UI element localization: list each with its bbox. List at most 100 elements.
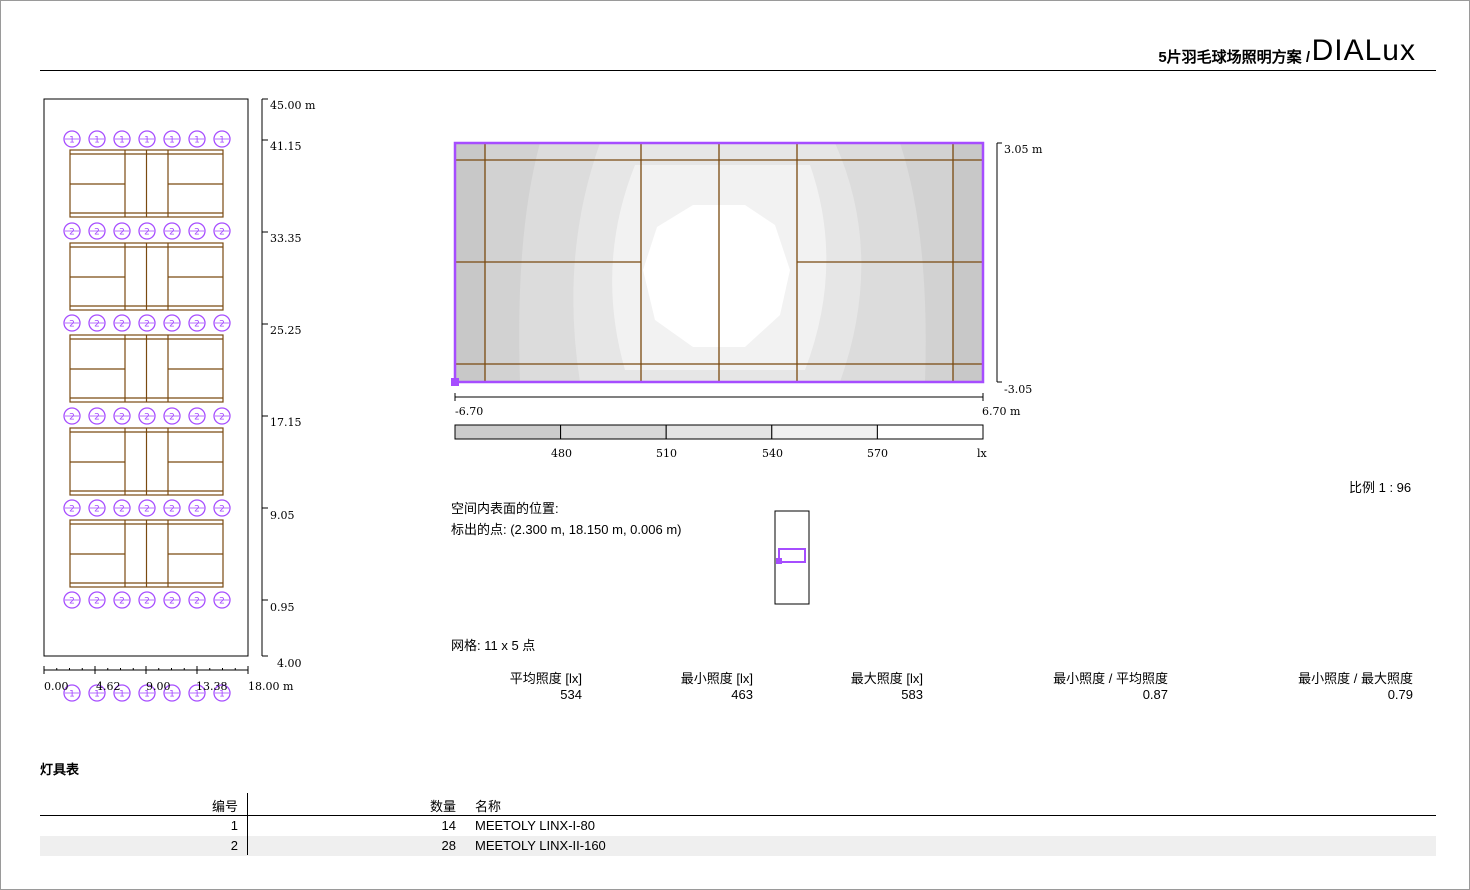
luminaire-icon: 2 [163,314,181,332]
position-label: 空间内表面的位置: [451,501,559,516]
luminaire-icon: 2 [63,407,81,425]
x-tick-label: 4.62 [96,680,121,693]
project-title: 5片羽毛球场照明方案 / [1158,49,1310,66]
row-qty: 28 [441,838,456,853]
luminaire-icon: 1 [188,130,206,148]
svg-text:1: 1 [144,136,150,146]
luminaire-icon: 1 [113,130,131,148]
svg-text:2: 2 [69,413,75,423]
y-tick-label: 0.95 [270,601,295,614]
svg-text:2: 2 [119,597,125,607]
svg-text:2: 2 [119,320,125,330]
svg-text:2: 2 [144,505,150,515]
svg-text:2: 2 [94,413,100,423]
scale-label: 510 [656,447,677,460]
luminaire-icon: 2 [213,591,231,609]
row-qty: 14 [441,818,456,833]
stat-uniformity-avg-value: 0.87 [1142,687,1168,702]
y-tick-label: 45.00 m [270,99,316,112]
luminaire-icon: 2 [188,499,206,517]
row-id: 1 [230,818,238,833]
scale-swatch [454,424,562,440]
stat-uniformity-max-label: 最小照度 / 最大照度 [1298,671,1413,686]
stat-avg-label: 平均照度 [lx] [509,671,582,686]
luminaire-icon: 1 [138,130,156,148]
y-tick-label: 9.05 [270,509,295,522]
scale-swatch [665,424,773,440]
svg-text:2: 2 [144,413,150,423]
luminaire-icon: 2 [113,314,131,332]
stat-min-label: 最小照度 [lx] [680,671,753,686]
luminaire-icon: 2 [88,591,106,609]
y-tick-label: 33.35 [270,232,302,245]
badminton-court [69,427,224,496]
luminaire-icon: 2 [163,222,181,240]
luminaire-icon: 2 [188,314,206,332]
illuminance-surface [451,141,1002,440]
svg-text:2: 2 [94,505,100,515]
stat-uniformity-max-value: 0.79 [1387,687,1413,702]
y-axis-ticks [262,98,268,657]
svg-text:2: 2 [119,413,125,423]
surface-y-top-label: 3.05 m [1004,143,1043,156]
col-header-qty: 数量 [429,799,456,814]
scale-swatch [560,424,667,440]
svg-text:2: 2 [194,505,200,515]
badminton-court [69,242,224,311]
surface-x-left-label: -6.70 [455,405,484,418]
iso-band-max [643,205,790,347]
luminaire-icon: 1 [163,130,181,148]
svg-text:2: 2 [94,597,100,607]
surface-y-bottom-label: -3.05 [1004,383,1033,396]
luminaire-icon: 2 [138,222,156,240]
marked-point [451,378,459,386]
luminaire-icon: 2 [163,407,181,425]
luminaire-icon: 2 [88,407,106,425]
svg-text:2: 2 [194,320,200,330]
svg-text:2: 2 [169,505,175,515]
scale-label: 480 [551,447,572,460]
svg-text:1: 1 [69,690,75,700]
x-tick-label: 18.00 m [248,680,294,693]
luminaire-icon: 2 [113,499,131,517]
scale-unit-label: lx [977,447,987,460]
svg-text:2: 2 [194,413,200,423]
stat-uniformity-avg-label: 最小照度 / 平均照度 [1053,671,1168,686]
luminaire-icon: 2 [188,407,206,425]
svg-text:2: 2 [69,597,75,607]
luminaire-icon: 2 [138,591,156,609]
col-header-id: 编号 [211,799,238,814]
svg-text:1: 1 [194,136,200,146]
svg-text:2: 2 [219,505,225,515]
luminaire-icon: 2 [113,222,131,240]
scale-label: 570 [867,447,888,460]
svg-text:2: 2 [69,228,75,238]
luminaire-icon: 2 [213,222,231,240]
svg-text:2: 2 [119,505,125,515]
badminton-court [69,149,224,218]
svg-text:2: 2 [94,228,100,238]
stat-min-value: 463 [731,687,753,702]
scale-ratio: 比例 1 : 96 [1349,480,1412,495]
marked-point-label: 标出的点: (2.300 m, 18.150 m, 0.006 m) [451,522,682,537]
luminaire-icon: 2 [138,314,156,332]
luminaire-icon: 2 [188,591,206,609]
grid-label: 网格: 11 x 5 点 [451,638,536,653]
luminaire-icon: 2 [63,591,81,609]
svg-text:2: 2 [219,228,225,238]
x-tick-label: 9.00 [146,680,171,693]
table-column-divider [247,793,248,855]
surface-x-right-label: 6.70 m [982,405,1021,418]
svg-text:1: 1 [169,136,175,146]
svg-text:2: 2 [169,413,175,423]
luminaire-icon: 2 [138,499,156,517]
luminaire-icon: 2 [213,407,231,425]
stat-max-label: 最大照度 [lx] [850,671,923,686]
row-id: 2 [230,838,238,853]
table-row: 2 28 MEETOLY LINX-II-160 [40,836,1436,856]
luminaire-icon: 2 [163,499,181,517]
stat-avg-value: 534 [560,687,582,702]
luminaire-icon: 1 [63,130,81,148]
row-name: MEETOLY LINX-II-160 [475,838,606,853]
y-tick-label: 17.15 [270,416,302,429]
